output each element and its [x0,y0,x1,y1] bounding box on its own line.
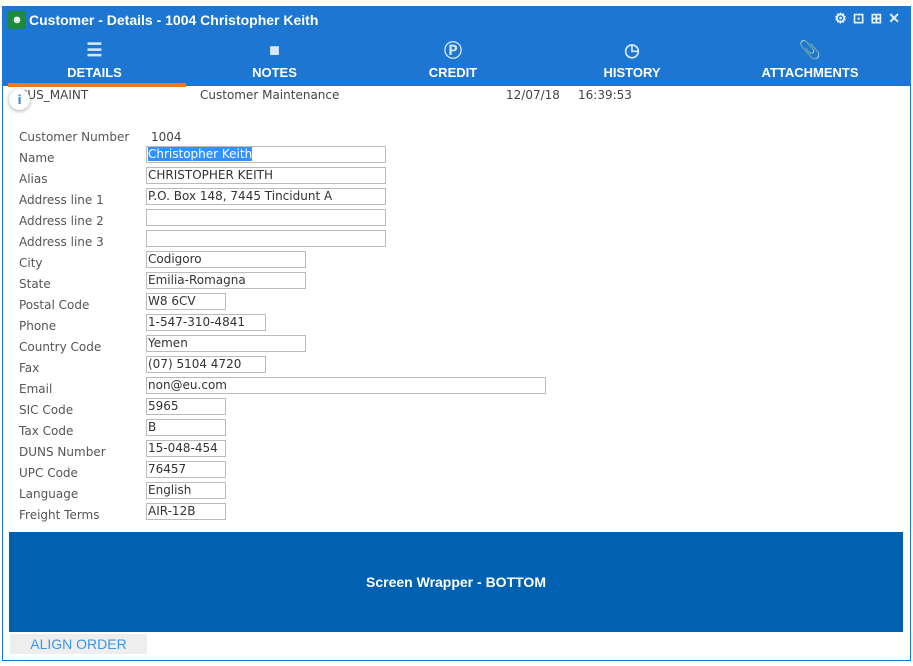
tax-code-value: B [148,420,157,434]
field-label: State [19,277,51,291]
dollar-icon: Ⓟ [444,41,462,61]
city-value: Codigoro [148,252,202,266]
customer-window: ☻ Customer - Details - 1004 Christopher … [2,6,911,661]
fax-input[interactable]: (07) 5104 4720 [146,356,266,373]
tab-details[interactable]: ☰ DETAILS [3,32,186,87]
info-icon[interactable]: i [9,89,30,110]
paperclip-icon: 📎 [798,39,822,60]
date: 12/07/18 [506,88,560,102]
tab-label: CREDIT [428,65,478,80]
tab-notes[interactable]: ■ NOTES [186,32,363,86]
fax-value: (07) 5104 4720 [148,357,242,371]
customer-number-value: 1004 [151,130,182,144]
upc-code-value: 76457 [148,462,187,476]
tab-bar: ☰ DETAILS ■ NOTES Ⓟ CREDIT ◷ HISTORY 📎 ATTACH… [3,32,910,87]
gear-icon[interactable]: ⚙ [834,10,847,27]
alias-value: CHRISTOPHER KEITH [148,168,274,182]
tab-history[interactable]: ◷ HISTORY [543,32,721,86]
field-label: Tax Code [19,424,74,438]
tab-label: ATTACHMENTS [761,65,859,80]
tab-label: DETAILS [67,65,122,80]
time: 16:39:53 [578,88,632,102]
tab-attachments[interactable]: 📎 ATTACHMENTS [721,32,899,86]
window-title: Customer - Details - 1004 Christopher Ke… [29,11,319,28]
note-icon: ■ [269,39,280,60]
field-label: Fax [19,361,40,375]
upc-code-input[interactable]: 76457 [146,461,226,478]
close-icon[interactable]: ✕ [888,10,900,27]
language-value: English [148,483,192,497]
state-value: Emilia-Romagna [148,273,246,287]
name-value: Christopher Keith [148,147,253,161]
tax-code-input[interactable]: B [146,419,226,436]
expand-icon[interactable]: ⊞ [871,10,883,27]
field-label: Name [19,151,55,165]
field-label: Language [19,487,79,501]
title-bar: ☻ Customer - Details - 1004 Christopher … [3,7,910,32]
field-label: Country Code [19,340,102,354]
address-line-2-input[interactable] [146,209,386,226]
alias-input[interactable]: CHRISTOPHER KEITH [146,167,386,184]
sic-code-input[interactable]: 5965 [146,398,226,415]
field-label: Address line 3 [19,235,104,249]
state-input[interactable]: Emilia-Romagna [146,272,306,289]
country-code-input[interactable]: Yemen [146,335,306,352]
postal-code-value: W8 6CV [148,294,196,308]
city-input[interactable]: Codigoro [146,251,306,268]
sic-code-value: 5965 [148,399,179,413]
phone-input[interactable]: 1-547-310-4841 [146,314,266,331]
address-line-3-input[interactable] [146,230,386,247]
language-input[interactable]: English [146,482,226,499]
field-label: Customer Number [19,130,130,144]
field-label: Postal Code [19,298,90,312]
field-label: SIC Code [19,403,74,417]
details-icon: ☰ [86,39,103,60]
field-label: Phone [19,319,57,333]
email-input[interactable]: non@eu.com [146,377,546,394]
field-label: DUNS Number [19,445,106,459]
field-label: Alias [19,172,48,186]
duns-number-input[interactable]: 15-048-454 [146,440,226,457]
address-line-1-value: P.O. Box 148, 7445 Tincidunt A [148,189,333,203]
clock-icon: ◷ [624,39,640,60]
postal-code-input[interactable]: W8 6CV [146,293,226,310]
address-line-1-input[interactable]: P.O. Box 148, 7445 Tincidunt A [146,188,386,205]
freight-terms-value: AIR-12B [148,504,196,518]
collapse-icon[interactable]: ⊡ [853,10,865,27]
field-label: UPC Code [19,466,78,480]
tab-label: HISTORY [603,65,661,80]
country-code-value: Yemen [148,336,188,350]
field-label: Email [19,382,53,396]
align-order-button[interactable]: ALIGN ORDER [10,634,147,654]
field-label: Address line 2 [19,214,104,228]
freight-terms-input[interactable]: AIR-12B [146,503,226,520]
name-input[interactable]: Christopher Keith [146,146,386,163]
customer-app-icon: ☻ [8,10,26,29]
screen-wrapper-bottom: Screen Wrapper - BOTTOM [9,532,903,632]
phone-value: 1-547-310-4841 [148,315,245,329]
field-label: City [19,256,43,270]
email-value: non@eu.com [148,378,227,392]
field-label: Freight Terms [19,508,100,522]
tab-credit[interactable]: Ⓟ CREDIT [363,32,543,86]
program-description: Customer Maintenance [200,88,340,102]
field-label: Address line 1 [19,193,104,207]
tab-label: NOTES [252,65,297,80]
duns-number-value: 15-048-454 [148,441,218,455]
